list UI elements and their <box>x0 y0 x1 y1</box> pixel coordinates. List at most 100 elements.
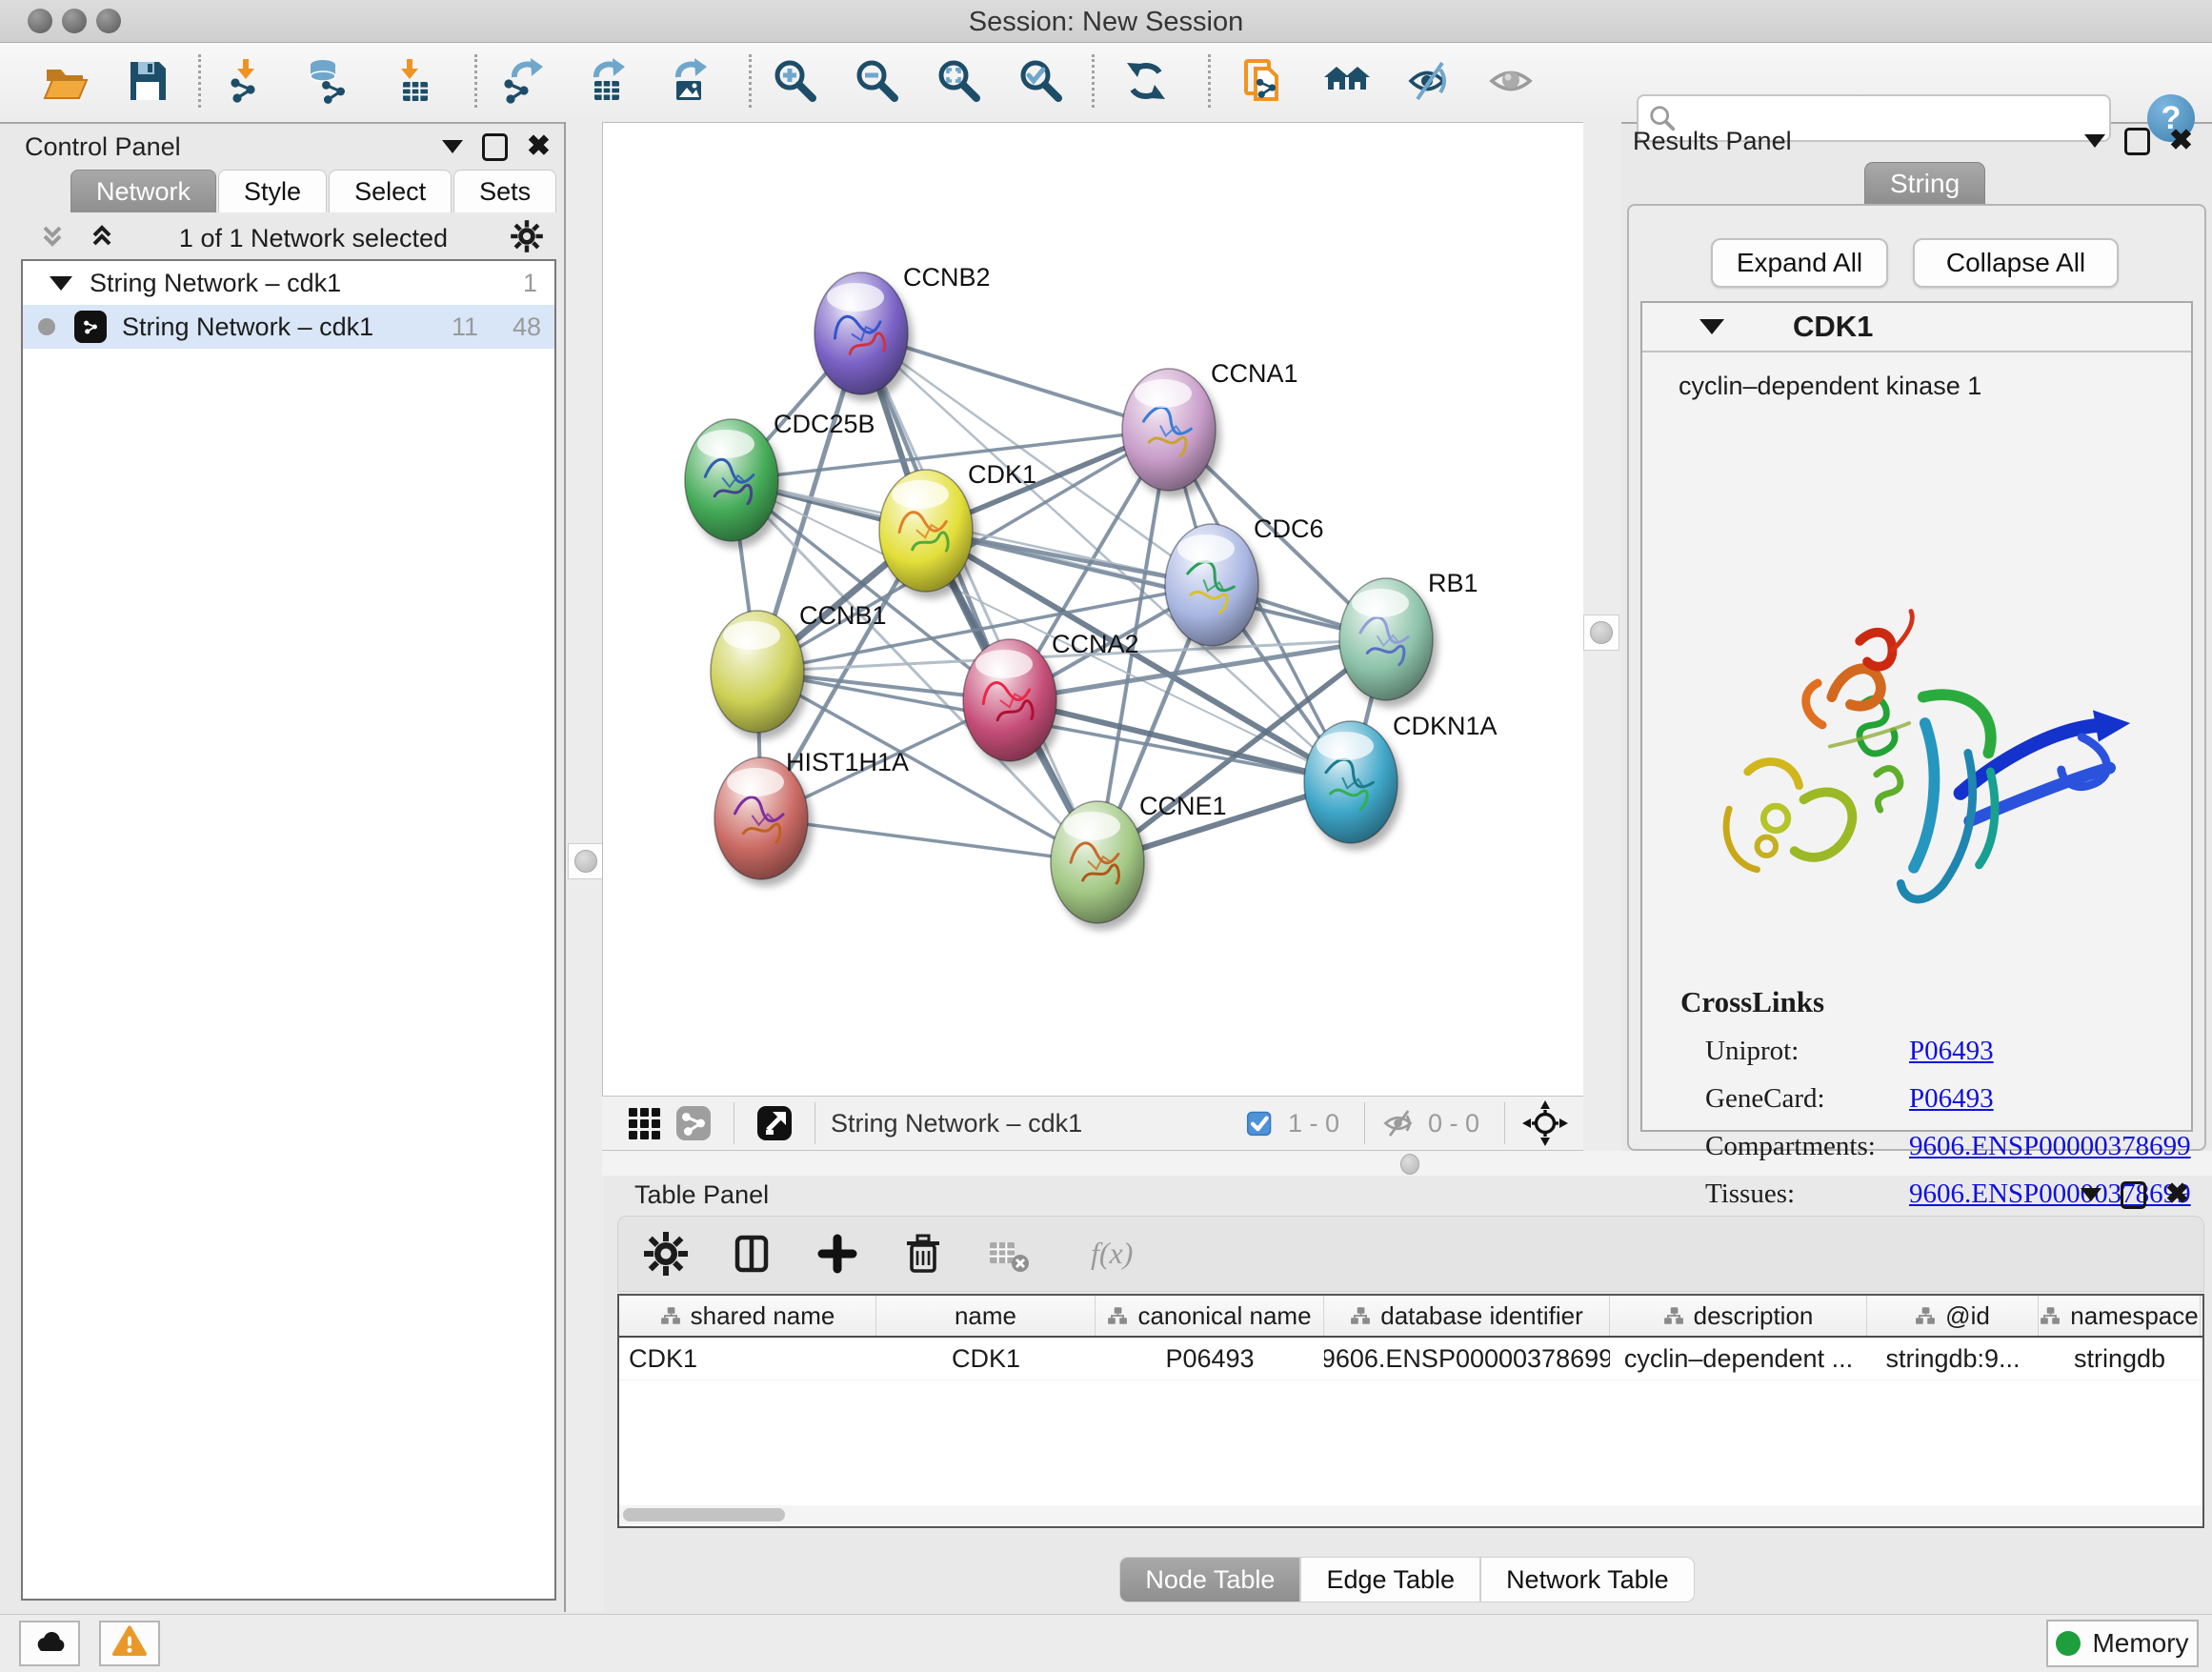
hidden-eye-icon <box>1380 1098 1418 1148</box>
tab-style[interactable]: Style <box>218 170 327 212</box>
import-table-icon[interactable] <box>384 56 433 106</box>
left-splitter[interactable] <box>564 122 604 1612</box>
network-node-CDC25B[interactable] <box>685 419 778 541</box>
zoom-out-icon[interactable] <box>853 56 902 106</box>
network-node-CDC6[interactable] <box>1165 524 1258 646</box>
tab-select[interactable]: Select <box>329 170 452 212</box>
network-node-CCNA2[interactable] <box>963 639 1056 761</box>
node-count: 11 <box>373 312 478 342</box>
import-database-icon[interactable] <box>302 56 352 106</box>
network-share-icon[interactable] <box>669 1098 718 1148</box>
panel-float-icon[interactable] <box>482 133 508 161</box>
scrollbar-thumb[interactable] <box>623 1508 785 1521</box>
table-cell[interactable]: stringdb <box>2039 1338 2201 1380</box>
table-cell[interactable]: cyclin–dependent ... <box>1610 1338 1867 1380</box>
network-node-RB1[interactable] <box>1339 578 1433 700</box>
expand-all-button[interactable]: Expand All <box>1711 238 1888 288</box>
column-header-canonical-name[interactable]: canonical name <box>1096 1296 1324 1336</box>
network-edge[interactable] <box>761 818 1097 862</box>
column-header--id[interactable]: @id <box>1867 1296 2039 1336</box>
save-icon[interactable] <box>122 56 171 106</box>
left-splitter-handle[interactable] <box>568 843 604 879</box>
network-view-canvas[interactable]: CCNB2 CCNA1 CDC25B CDK1 CDC6 RB1 <box>602 122 1583 1096</box>
export-table-icon[interactable] <box>581 56 631 106</box>
panel-close-icon[interactable]: ✖ <box>2169 130 2193 152</box>
tab-sets[interactable]: Sets <box>453 170 556 212</box>
birds-eye-grid-icon[interactable] <box>619 1098 669 1148</box>
collapse-all-button[interactable]: Collapse All <box>1913 238 2119 288</box>
expand-all-icon[interactable] <box>86 220 118 257</box>
refresh-icon[interactable] <box>1121 56 1171 106</box>
network-node-CDK1[interactable] <box>879 470 973 592</box>
add-icon[interactable] <box>813 1229 862 1279</box>
horizontal-splitter-handle[interactable] <box>1400 1154 1419 1175</box>
trash-icon[interactable] <box>898 1229 948 1279</box>
network-node-CCNB2[interactable] <box>814 272 908 394</box>
section-collapse-icon[interactable] <box>1699 319 1724 334</box>
tab-network[interactable]: Network <box>70 170 216 212</box>
tab-edge-table[interactable]: Edge Table <box>1300 1557 1480 1602</box>
crosslink-link[interactable]: P06493 <box>1909 1083 1994 1115</box>
right-splitter[interactable] <box>1583 122 1621 1151</box>
panel-menu-icon[interactable] <box>442 140 463 153</box>
collapse-all-icon[interactable] <box>36 220 69 257</box>
selected-count: 1 - 0 <box>1288 1109 1339 1138</box>
right-splitter-handle[interactable] <box>1583 614 1619 651</box>
hide-graphics-icon[interactable] <box>1404 56 1454 106</box>
selected-checkbox-icon[interactable] <box>1240 1098 1278 1148</box>
cloud-button[interactable] <box>19 1621 80 1666</box>
panel-close-icon[interactable]: ✖ <box>527 135 551 158</box>
zoom-fit-icon[interactable] <box>935 56 984 106</box>
open-file-icon[interactable] <box>40 56 90 106</box>
panel-close-icon[interactable]: ✖ <box>2165 1183 2189 1206</box>
panel-float-icon[interactable] <box>2121 1181 2146 1209</box>
duplicate-network-icon[interactable] <box>1240 56 1290 106</box>
network-edge[interactable] <box>861 333 1097 862</box>
split-columns-icon[interactable] <box>727 1229 776 1279</box>
panel-menu-icon[interactable] <box>2081 1188 2101 1201</box>
tab-network-table[interactable]: Network Table <box>1480 1557 1695 1602</box>
tab-string[interactable]: String <box>1864 162 1985 206</box>
warnings-button[interactable] <box>99 1621 160 1666</box>
panel-menu-icon[interactable] <box>2084 134 2105 148</box>
zoom-selected-icon[interactable] <box>1016 56 1066 106</box>
network-node-CDKN1A[interactable] <box>1304 721 1398 843</box>
table-cell[interactable]: CDK1 <box>876 1338 1096 1380</box>
network-node-CCNA1[interactable] <box>1122 369 1216 491</box>
export-image-icon[interactable] <box>663 56 713 106</box>
export-network-icon[interactable] <box>499 56 549 106</box>
eye-icon[interactable] <box>1486 56 1536 106</box>
column-header-namespace[interactable]: namespace <box>2039 1296 2201 1336</box>
column-header-shared-name[interactable]: shared name <box>619 1296 876 1336</box>
network-graph[interactable]: CCNB2 CCNA1 CDC25B CDK1 CDC6 RB1 <box>603 123 1582 1095</box>
table-row[interactable]: CDK1CDK1P064939606.ENSP00000378699cyclin… <box>619 1338 2202 1380</box>
tree-expand-icon[interactable] <box>50 276 72 291</box>
panel-float-icon[interactable] <box>2124 128 2150 155</box>
crosslink-link[interactable]: 9606.ENSP00000378699 <box>1909 1131 2191 1162</box>
memory-button[interactable]: Memory <box>2046 1620 2199 1667</box>
network-edge[interactable] <box>926 531 1386 639</box>
zoom-in-icon[interactable] <box>771 56 820 106</box>
table-cell[interactable]: P06493 <box>1096 1338 1324 1380</box>
column-header-name[interactable]: name <box>876 1296 1096 1336</box>
node-label-CDC6: CDC6 <box>1254 514 1324 543</box>
node-section-header[interactable]: CDK1 <box>1642 303 2191 353</box>
import-network-icon[interactable] <box>220 56 270 106</box>
network-options-gear-icon[interactable] <box>509 218 545 259</box>
network-row[interactable]: String Network – cdk1 11 48 <box>23 305 554 349</box>
network-collection-row[interactable]: String Network – cdk1 1 <box>23 261 554 305</box>
open-external-icon[interactable] <box>750 1098 799 1148</box>
pan-crosshair-icon[interactable] <box>1520 1098 1570 1148</box>
crosslink-link[interactable]: P06493 <box>1909 1036 1994 1067</box>
table-cell[interactable]: 9606.ENSP00000378699 <box>1324 1338 1610 1380</box>
gear-icon[interactable] <box>641 1229 691 1279</box>
table-cell[interactable]: CDK1 <box>619 1338 876 1380</box>
table-cell[interactable]: stringdb:9... <box>1867 1338 2039 1380</box>
column-header-database-identifier[interactable]: database identifier <box>1324 1296 1610 1336</box>
tab-node-table[interactable]: Node Table <box>1119 1557 1300 1602</box>
network-node-CCNE1[interactable] <box>1051 801 1144 923</box>
network-node-CCNB1[interactable] <box>711 611 804 733</box>
home-icon[interactable] <box>1322 56 1372 106</box>
table-horizontal-scrollbar[interactable] <box>619 1505 2202 1524</box>
column-header-description[interactable]: description <box>1610 1296 1867 1336</box>
